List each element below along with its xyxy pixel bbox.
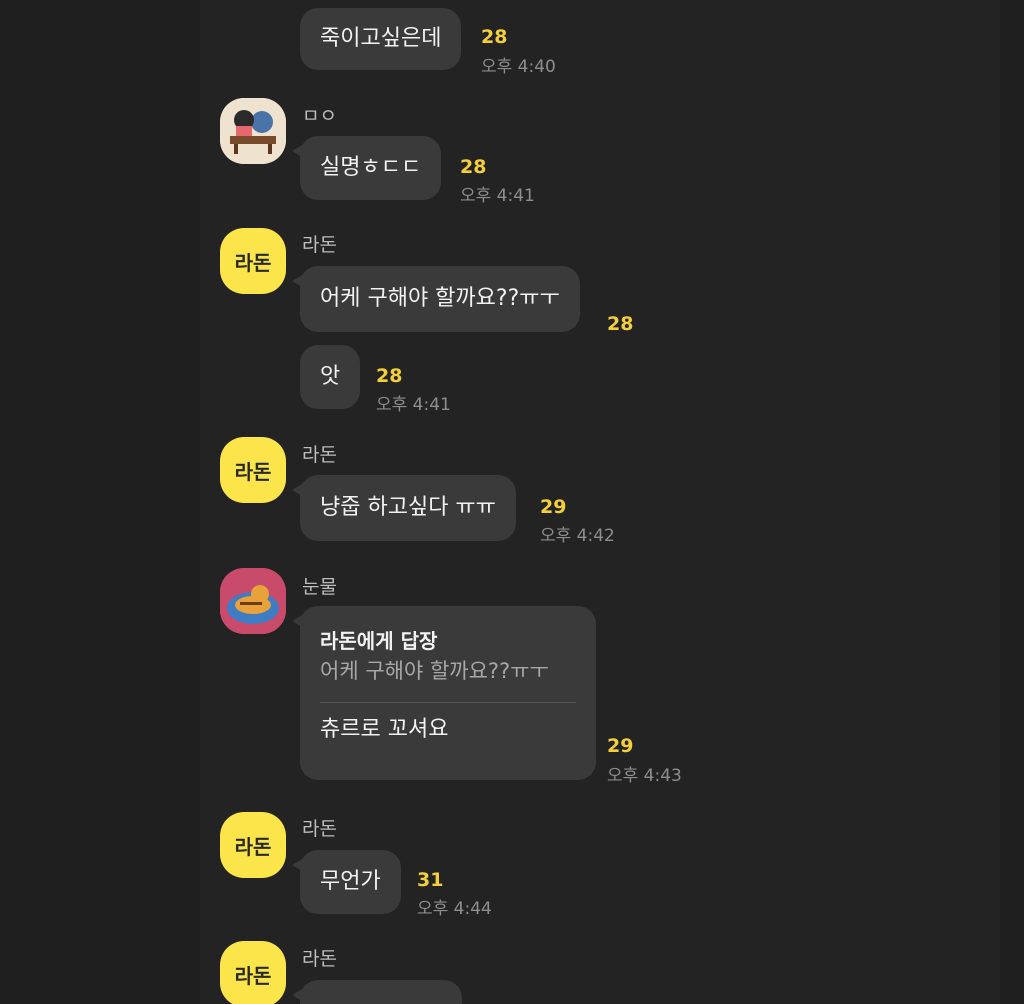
sender-name: ㅁㅇ bbox=[302, 105, 337, 127]
message-bubble[interactable]: 앗 bbox=[300, 345, 361, 409]
profile-avatar[interactable] bbox=[220, 568, 286, 634]
profile-avatar[interactable]: 라돈 bbox=[220, 228, 286, 294]
unread-count: 28 bbox=[460, 156, 487, 178]
reply-divider bbox=[320, 702, 576, 703]
profile-avatar[interactable]: 라돈 bbox=[220, 941, 286, 1004]
profile-avatar[interactable]: 라돈 bbox=[220, 812, 286, 878]
message-bubble[interactable]: 실명ㅎㄷㄷ bbox=[291, 136, 442, 200]
sender-name: 눈물 bbox=[302, 576, 337, 598]
sender-name: 라돈 bbox=[302, 444, 337, 466]
unread-count: 28 bbox=[481, 26, 508, 48]
profile-avatar[interactable] bbox=[220, 98, 286, 164]
unread-count: 31 bbox=[417, 869, 444, 891]
message-bubble[interactable]: 냥줍 하고싶다 ㅠㅠ bbox=[292, 475, 516, 541]
reply-quote: 어케 구해야 할까요??ㅠㅜ bbox=[320, 659, 549, 683]
message-time: 오후 4:43 bbox=[607, 766, 682, 786]
sender-name: 라돈 bbox=[302, 818, 337, 840]
unread-count: 28 bbox=[607, 313, 634, 335]
unread-count: 29 bbox=[540, 496, 567, 518]
message-time: 오후 4:41 bbox=[376, 395, 451, 415]
reply-message-bubble[interactable]: 라돈에게 답장 어케 구해야 할까요??ㅠㅜ 츄르로 꼬셔요 bbox=[292, 606, 596, 780]
profile-picture-icon bbox=[220, 568, 286, 634]
message-time: 오후 4:40 bbox=[481, 57, 556, 77]
sender-name: 라돈 bbox=[302, 948, 337, 970]
message-text: 츄르로 꼬셔요 bbox=[320, 717, 449, 742]
message-time: 오후 4:42 bbox=[540, 526, 615, 546]
message-bubble[interactable]: 어케 구해야 할까요??ㅠㅜ bbox=[292, 266, 580, 332]
message-time: 오후 4:44 bbox=[417, 899, 492, 919]
message-bubble-partial[interactable] bbox=[292, 980, 462, 1004]
unread-count: 28 bbox=[376, 365, 403, 387]
profile-avatar[interactable]: 라돈 bbox=[220, 437, 286, 503]
reply-title: 라돈에게 답장 bbox=[320, 629, 438, 653]
chat-screen: 죽이고싶은데 28 오후 4:40 ㅁㅇ 실명ㅎㄷㄷ 28 오후 4:41 라돈… bbox=[0, 0, 1024, 1004]
profile-picture-icon bbox=[220, 98, 286, 164]
unread-count: 29 bbox=[607, 735, 634, 757]
message-bubble[interactable]: 무언가 bbox=[292, 850, 401, 914]
message-time: 오후 4:41 bbox=[460, 186, 535, 206]
message-bubble[interactable]: 죽이고싶은데 bbox=[300, 8, 462, 70]
sender-name: 라돈 bbox=[302, 234, 337, 256]
